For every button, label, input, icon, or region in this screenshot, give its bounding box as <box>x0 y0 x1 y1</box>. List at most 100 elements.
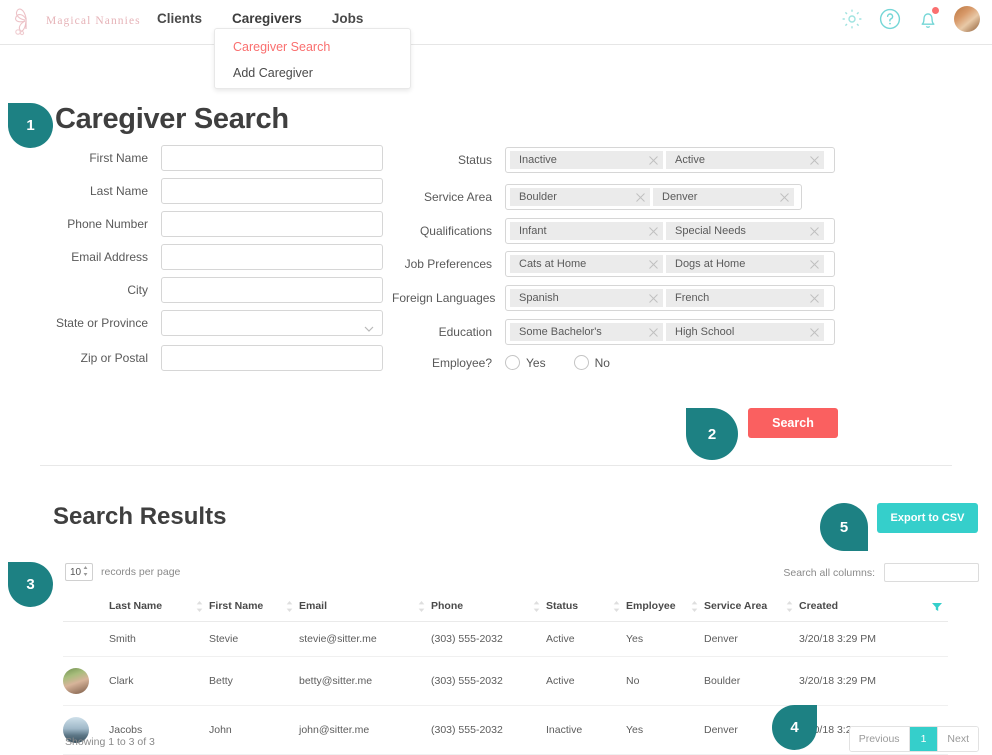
chip[interactable]: High School <box>666 323 824 341</box>
chip[interactable]: Special Needs <box>666 222 824 240</box>
chip-remove-icon[interactable] <box>809 259 820 270</box>
field-status: Status Inactive Active <box>392 147 835 173</box>
sort-icon[interactable] <box>691 600 698 612</box>
field-label: Job Preferences <box>404 257 492 271</box>
service-area-chip-input[interactable]: Boulder Denver <box>505 184 802 210</box>
chip[interactable]: Dogs at Home <box>666 255 824 273</box>
cell-status: Active <box>546 656 626 706</box>
cell-last-name: Smith <box>109 621 209 657</box>
search-all-columns-label: Search all columns: <box>783 566 875 579</box>
chip[interactable]: Some Bachelor's <box>510 323 663 341</box>
sort-icon[interactable] <box>613 600 620 612</box>
chip-remove-icon[interactable] <box>648 155 659 166</box>
chip[interactable]: Cats at Home <box>510 255 663 273</box>
cell-phone: (303) 555-2032 <box>431 656 546 706</box>
chip[interactable]: Active <box>666 151 824 169</box>
th-first-name[interactable]: First Name <box>209 592 299 622</box>
search-button[interactable]: Search <box>748 408 838 438</box>
th-label: Last Name <box>109 600 163 612</box>
education-chip-input[interactable]: Some Bachelor's High School <box>505 319 835 345</box>
chip-remove-icon[interactable] <box>648 226 659 237</box>
th-service-area[interactable]: Service Area <box>704 592 799 622</box>
user-avatar[interactable] <box>954 6 980 32</box>
chip[interactable]: Inactive <box>510 151 663 169</box>
job-preferences-chip-input[interactable]: Cats at Home Dogs at Home <box>505 251 835 277</box>
radio-yes[interactable] <box>505 355 520 370</box>
email-address-input[interactable] <box>161 244 383 270</box>
th-last-name[interactable]: Last Name <box>109 592 209 622</box>
field-label: Qualifications <box>419 224 492 238</box>
city-input[interactable] <box>161 277 383 303</box>
th-label: Service Area <box>704 600 768 612</box>
pagination-next[interactable]: Next <box>938 727 978 751</box>
chip[interactable]: Infant <box>510 222 663 240</box>
nav-item-jobs[interactable]: Jobs <box>330 11 366 26</box>
radio-no[interactable] <box>573 355 589 370</box>
export-to-csv-button[interactable]: Export to CSV <box>877 503 978 533</box>
foreign-languages-chip-input[interactable]: Spanish French <box>505 285 835 311</box>
th-created[interactable]: Created <box>799 592 948 622</box>
chip-remove-icon[interactable] <box>635 192 646 203</box>
table-row[interactable]: Smith Stevie stevie@sitter.me (303) 555-… <box>63 621 948 657</box>
th-label: Phone <box>431 600 464 612</box>
state-or-province-select[interactable] <box>161 310 383 336</box>
chip-label: French <box>675 292 710 304</box>
th-phone[interactable]: Phone <box>431 592 546 622</box>
th-status[interactable]: Status <box>546 592 626 622</box>
field-last-name: Last Name <box>53 178 383 204</box>
phone-number-input[interactable] <box>161 211 383 237</box>
chip-remove-icon[interactable] <box>809 293 820 304</box>
field-label: Employee? <box>431 355 492 370</box>
bell-icon[interactable] <box>916 7 940 31</box>
employee-radio-group: Yes No <box>505 355 632 370</box>
first-name-input[interactable] <box>161 145 383 171</box>
th-label: Employee <box>626 600 676 612</box>
step-badge-5: 5 <box>820 503 868 551</box>
gear-icon[interactable] <box>840 7 864 31</box>
chip[interactable]: Spanish <box>510 289 663 307</box>
field-service-area: Service Area Boulder Denver <box>392 184 802 210</box>
state-select-wrap[interactable] <box>161 310 383 336</box>
chip-remove-icon[interactable] <box>809 155 820 166</box>
field-qualifications: Qualifications Infant Special Needs <box>392 218 835 244</box>
nav-item-caregivers[interactable]: Caregivers <box>230 11 304 26</box>
help-circle-icon[interactable] <box>878 7 902 31</box>
app-logo[interactable]: Magical Nannies <box>10 4 141 38</box>
chip[interactable]: French <box>666 289 824 307</box>
chip[interactable]: Denver <box>653 188 794 206</box>
table-row[interactable]: Clark Betty betty@sitter.me (303) 555-20… <box>63 656 948 706</box>
search-all-columns-input[interactable] <box>884 563 979 582</box>
nav-item-clients[interactable]: Clients <box>155 11 204 26</box>
pagination-page-1[interactable]: 1 <box>909 727 939 751</box>
chip[interactable]: Boulder <box>510 188 650 206</box>
chip-remove-icon[interactable] <box>779 192 790 203</box>
field-label: Education <box>438 325 492 339</box>
chip-label: Denver <box>662 191 698 203</box>
sort-icon[interactable] <box>196 600 203 612</box>
dropdown-item-add-caregiver[interactable]: Add Caregiver <box>215 60 410 86</box>
pagination-previous[interactable]: Previous <box>849 727 910 751</box>
sort-icon[interactable] <box>286 600 293 612</box>
zip-or-postal-input[interactable] <box>161 345 383 371</box>
chip-remove-icon[interactable] <box>809 327 820 338</box>
status-chip-input[interactable]: Inactive Active <box>505 147 835 173</box>
qualifications-chip-input[interactable]: Infant Special Needs <box>505 218 835 244</box>
sort-icon[interactable] <box>786 600 793 612</box>
chip-remove-icon[interactable] <box>648 327 659 338</box>
field-label: City <box>127 283 148 297</box>
chip-remove-icon[interactable] <box>648 259 659 270</box>
cell-service-area: Denver <box>704 621 799 657</box>
dropdown-item-caregiver-search[interactable]: Caregiver Search <box>215 34 410 60</box>
records-per-page-select[interactable]: 10 <box>65 563 93 581</box>
step-badge-3: 3 <box>8 562 53 607</box>
th-employee[interactable]: Employee <box>626 592 704 622</box>
last-name-input[interactable] <box>161 178 383 204</box>
th-email[interactable]: Email <box>299 592 431 622</box>
filter-icon[interactable] <box>932 602 942 611</box>
chip-remove-icon[interactable] <box>809 226 820 237</box>
sort-icon[interactable] <box>418 600 425 612</box>
row-avatar-cell <box>63 656 109 706</box>
table-header-row: Last Name First Name Email Phone Status … <box>63 592 948 622</box>
chip-remove-icon[interactable] <box>648 293 659 304</box>
sort-icon[interactable] <box>533 600 540 612</box>
